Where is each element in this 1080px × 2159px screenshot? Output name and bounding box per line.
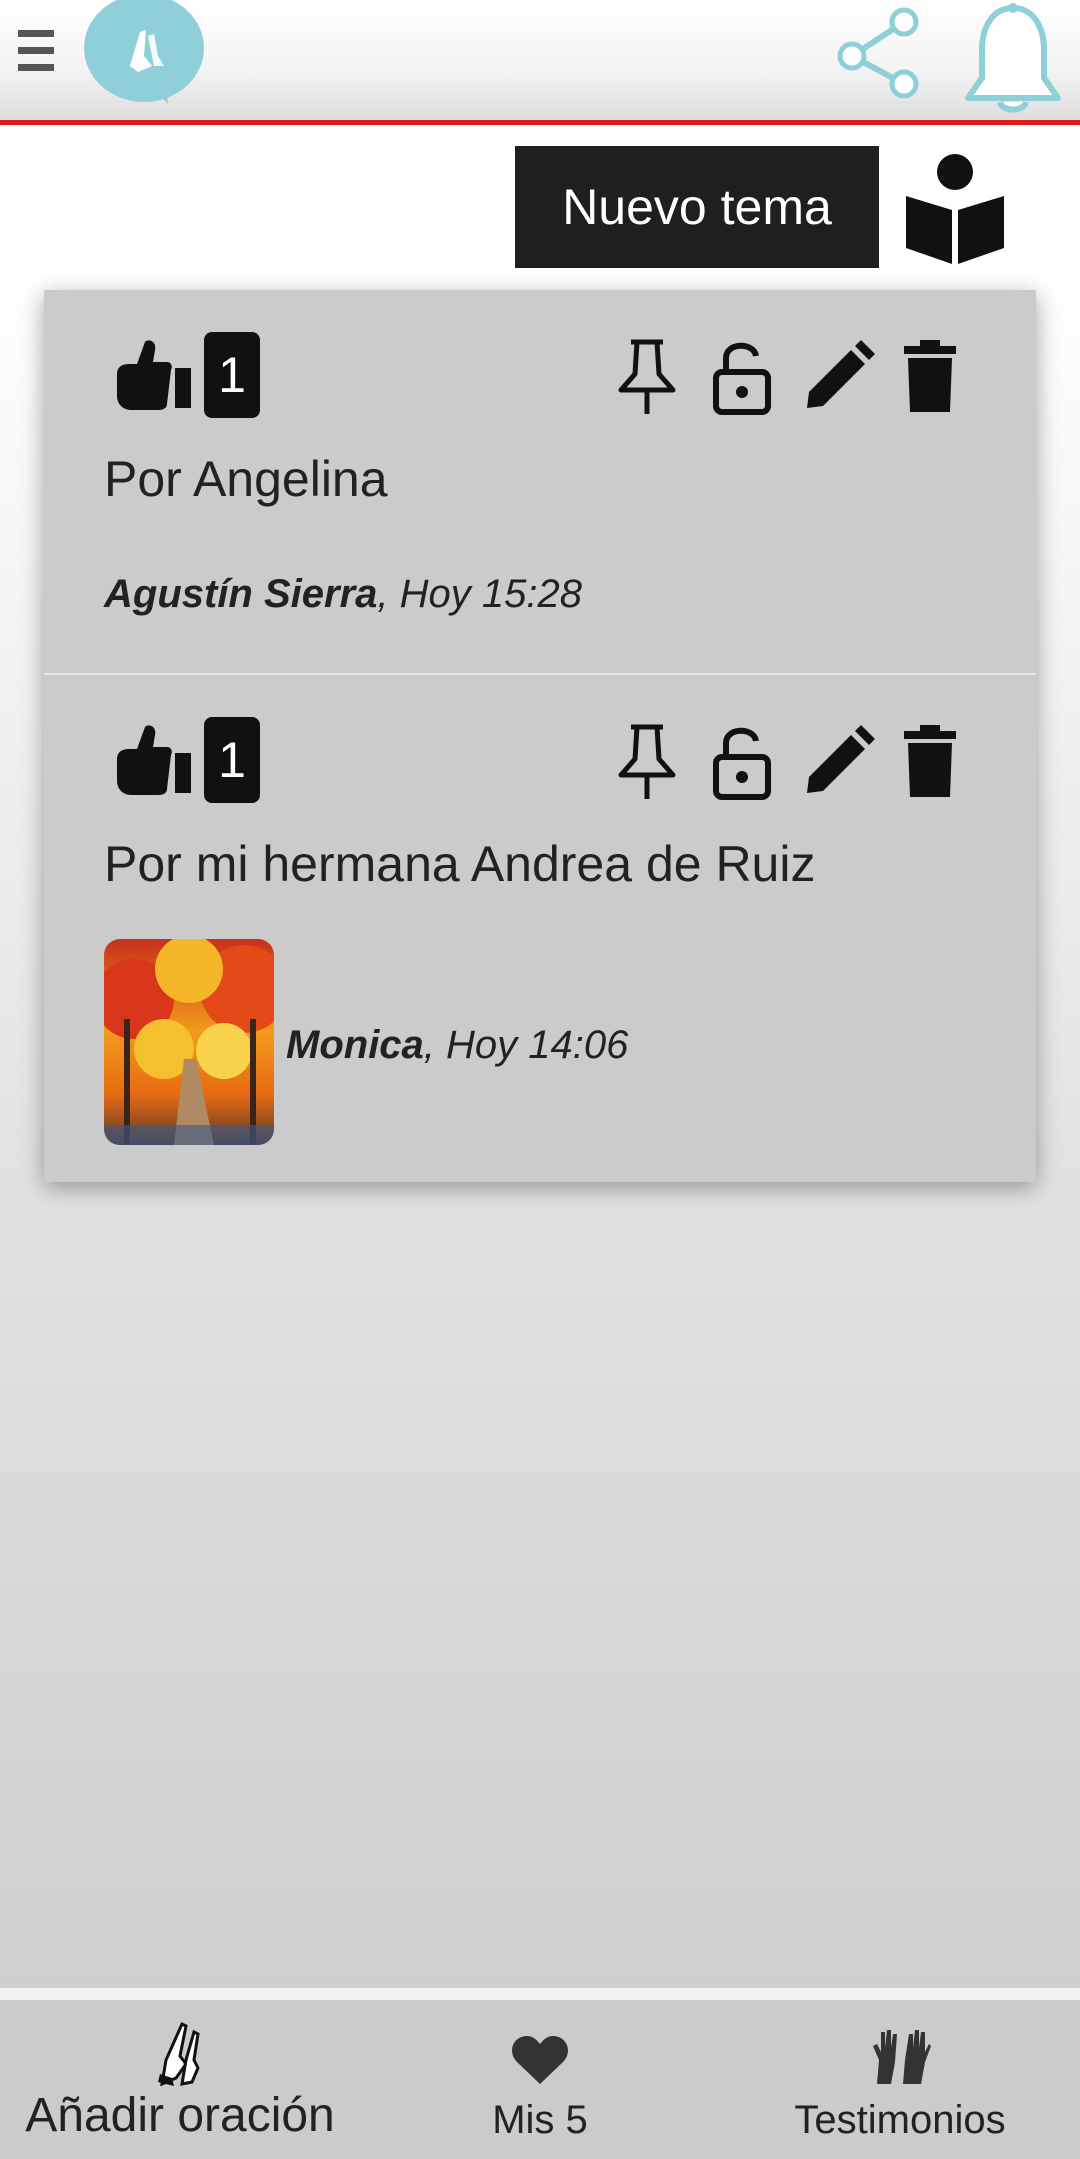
post-author[interactable]: Agustín Sierra	[104, 572, 377, 616]
post-title[interactable]: Por mi hermana Andrea de Ruiz	[104, 835, 815, 893]
user-avatar-autumn-image[interactable]	[104, 939, 274, 1145]
prayer-post[interactable]: 1 Por mi hermana Andrea de Ruiz Monica, …	[44, 675, 1036, 1182]
menu-button[interactable]	[18, 30, 58, 78]
nav-mis5[interactable]: Mis 5	[400, 2000, 680, 2159]
heart-icon	[512, 2036, 568, 2084]
new-topic-button[interactable]: Nuevo tema	[515, 146, 879, 268]
thumbs-up-icon[interactable]	[111, 338, 193, 410]
app-logo-icon[interactable]	[82, 0, 208, 108]
pin-icon[interactable]	[609, 721, 685, 801]
menu-icon-bar	[18, 64, 54, 71]
raised-hands-icon	[873, 2030, 931, 2084]
menu-icon-bar	[18, 47, 54, 54]
person-reading-book-icon[interactable]	[902, 150, 1008, 268]
bottom-navigation-bar: Añadir oración Mis 5 Testimonios	[0, 1988, 1080, 2159]
menu-icon-bar	[18, 30, 54, 37]
bell-icon[interactable]	[962, 2, 1064, 114]
like-count-badge: 1	[204, 717, 260, 803]
nav-add-prayer-label: Añadir oración	[25, 2089, 335, 2142]
nav-mis5-label: Mis 5	[492, 2098, 588, 2142]
post-time: , Hoy 15:28	[377, 572, 582, 616]
prayer-list-card: 1 Por Angelina Agustín Sierra, Hoy 15:28	[44, 290, 1036, 1182]
post-title[interactable]: Por Angelina	[104, 450, 388, 508]
praying-hands-icon	[158, 2021, 200, 2086]
trash-icon[interactable]	[894, 336, 970, 416]
lock-open-icon[interactable]	[704, 721, 780, 801]
post-time: , Hoy 14:06	[423, 1023, 629, 1067]
share-icon[interactable]	[836, 4, 926, 102]
edit-pencil-icon[interactable]	[799, 721, 875, 801]
nav-testimonios[interactable]: Testimonios	[750, 2000, 1050, 2159]
like-count-badge: 1	[204, 332, 260, 418]
nav-add-prayer[interactable]: Añadir oración	[0, 2000, 360, 2159]
post-meta: Agustín Sierra, Hoy 15:28	[104, 572, 582, 617]
nav-testimonios-label: Testimonios	[794, 2098, 1006, 2142]
trash-icon[interactable]	[894, 721, 970, 801]
post-author[interactable]: Monica	[286, 1023, 424, 1067]
top-app-bar	[0, 0, 1080, 125]
prayer-post[interactable]: 1 Por Angelina Agustín Sierra, Hoy 15:28	[44, 290, 1036, 675]
pin-icon[interactable]	[609, 336, 685, 416]
thumbs-up-icon[interactable]	[111, 723, 193, 795]
edit-pencil-icon[interactable]	[799, 336, 875, 416]
lock-open-icon[interactable]	[704, 336, 780, 416]
post-meta: Monica, Hoy 14:06	[286, 1023, 628, 1068]
